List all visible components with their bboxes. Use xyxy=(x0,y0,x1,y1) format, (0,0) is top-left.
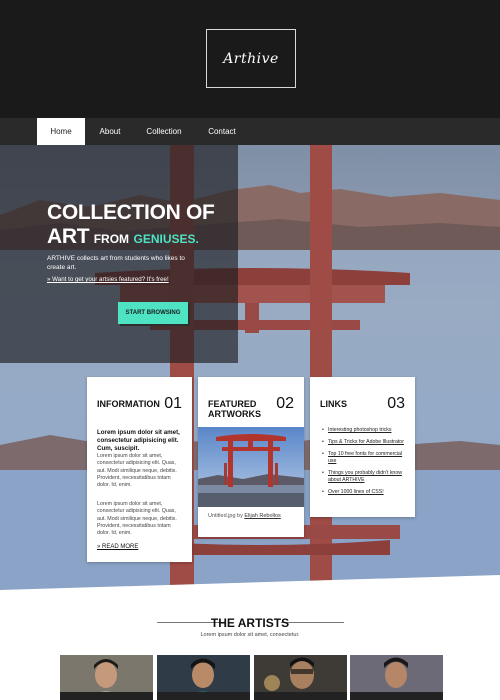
site-header: Arthive xyxy=(0,0,500,118)
artist-name-bar xyxy=(254,692,347,700)
logo[interactable]: Arthive xyxy=(206,29,296,88)
read-more-link[interactable]: » READ MORE xyxy=(97,544,138,550)
card-title-line2: ARTWORKS xyxy=(208,409,261,419)
card-number: 01 xyxy=(164,395,182,412)
hero-title-from: FROM xyxy=(93,232,130,246)
links-list: Interesting photoshop tricks Tips & Tric… xyxy=(322,427,408,501)
links-card: LINKS 03 Interesting photoshop tricks Ti… xyxy=(310,377,415,517)
nav-item-about[interactable]: About xyxy=(92,118,128,145)
link-item[interactable]: Over 1000 lines of CSS! xyxy=(322,489,408,496)
artist-card[interactable] xyxy=(254,655,347,700)
hero-description: ARTHIVE collects art from students who l… xyxy=(47,255,185,271)
information-card: INFORMATION 01 Lorem ipsum dolor sit ame… xyxy=(87,377,192,562)
hero-title-line1: COLLECTION OF xyxy=(47,201,215,224)
start-browsing-button[interactable]: START BROWSING xyxy=(118,302,188,324)
info-body-text: Lorem ipsum dolor sit amet, consectetur … xyxy=(97,501,177,537)
card-number: 03 xyxy=(387,395,405,412)
nav-item-home[interactable]: Home xyxy=(37,118,85,145)
link-item[interactable]: Things you probably didn't know about AR… xyxy=(322,470,408,484)
artist-card[interactable] xyxy=(60,655,153,700)
hero-title-art: ART xyxy=(47,225,90,248)
torii-photo xyxy=(198,427,304,507)
caption-text: Untitled.jpg by xyxy=(208,513,243,519)
card-title-line1: FEATURED xyxy=(208,399,257,409)
nav-item-collection[interactable]: Collection xyxy=(140,118,188,145)
hero-featured-link[interactable]: » Want to get your artsies featured? It'… xyxy=(47,276,169,283)
info-body-text: Lorem ipsum dolor sit amet, consectetur … xyxy=(97,453,177,489)
main-nav: Home About Collection Contact xyxy=(0,118,500,145)
card-number: 02 xyxy=(276,395,294,412)
hero-heading: COLLECTION OF ART FROM GENIUSES. xyxy=(47,202,215,250)
featured-artworks-card: FEATURED ARTWORKS 02 Untitled.jpg by Eli… xyxy=(198,377,304,537)
hero-link-text[interactable]: Want to get your artsies featured? It's … xyxy=(52,276,169,283)
artist-card[interactable] xyxy=(350,655,443,700)
featured-artwork-image[interactable] xyxy=(198,427,304,507)
artists-heading: THE ARTISTS xyxy=(210,616,290,630)
artist-name-bar xyxy=(60,692,153,700)
card-title: LINKS xyxy=(320,399,347,409)
artist-name-bar xyxy=(350,692,443,700)
link-item[interactable]: Interesting photoshop tricks xyxy=(322,427,408,434)
logo-text: Arthive xyxy=(223,50,279,67)
artists-subtitle: Lorem ipsum dolor sit amet, consectetur. xyxy=(200,632,300,638)
nav-item-contact[interactable]: Contact xyxy=(200,118,244,145)
author-link[interactable]: Elijah Rebollos xyxy=(244,513,280,519)
card-title: INFORMATION xyxy=(97,399,160,409)
link-item[interactable]: Tips & Tricks for Adobe Illustrator xyxy=(322,439,408,446)
featured-caption: Untitled.jpg by Elijah Rebollos xyxy=(208,513,281,519)
info-lead-text: Lorem ipsum dolor sit amet, consectetur … xyxy=(97,429,180,452)
read-more-label[interactable]: READ MORE xyxy=(102,544,138,550)
card-title: FEATURED ARTWORKS xyxy=(208,399,261,419)
artist-name-bar xyxy=(157,692,250,700)
artist-card[interactable] xyxy=(157,655,250,700)
link-item[interactable]: Top 10 free fonts for commercial use xyxy=(322,451,408,465)
hero-title-accent: GENIUSES. xyxy=(133,232,199,246)
